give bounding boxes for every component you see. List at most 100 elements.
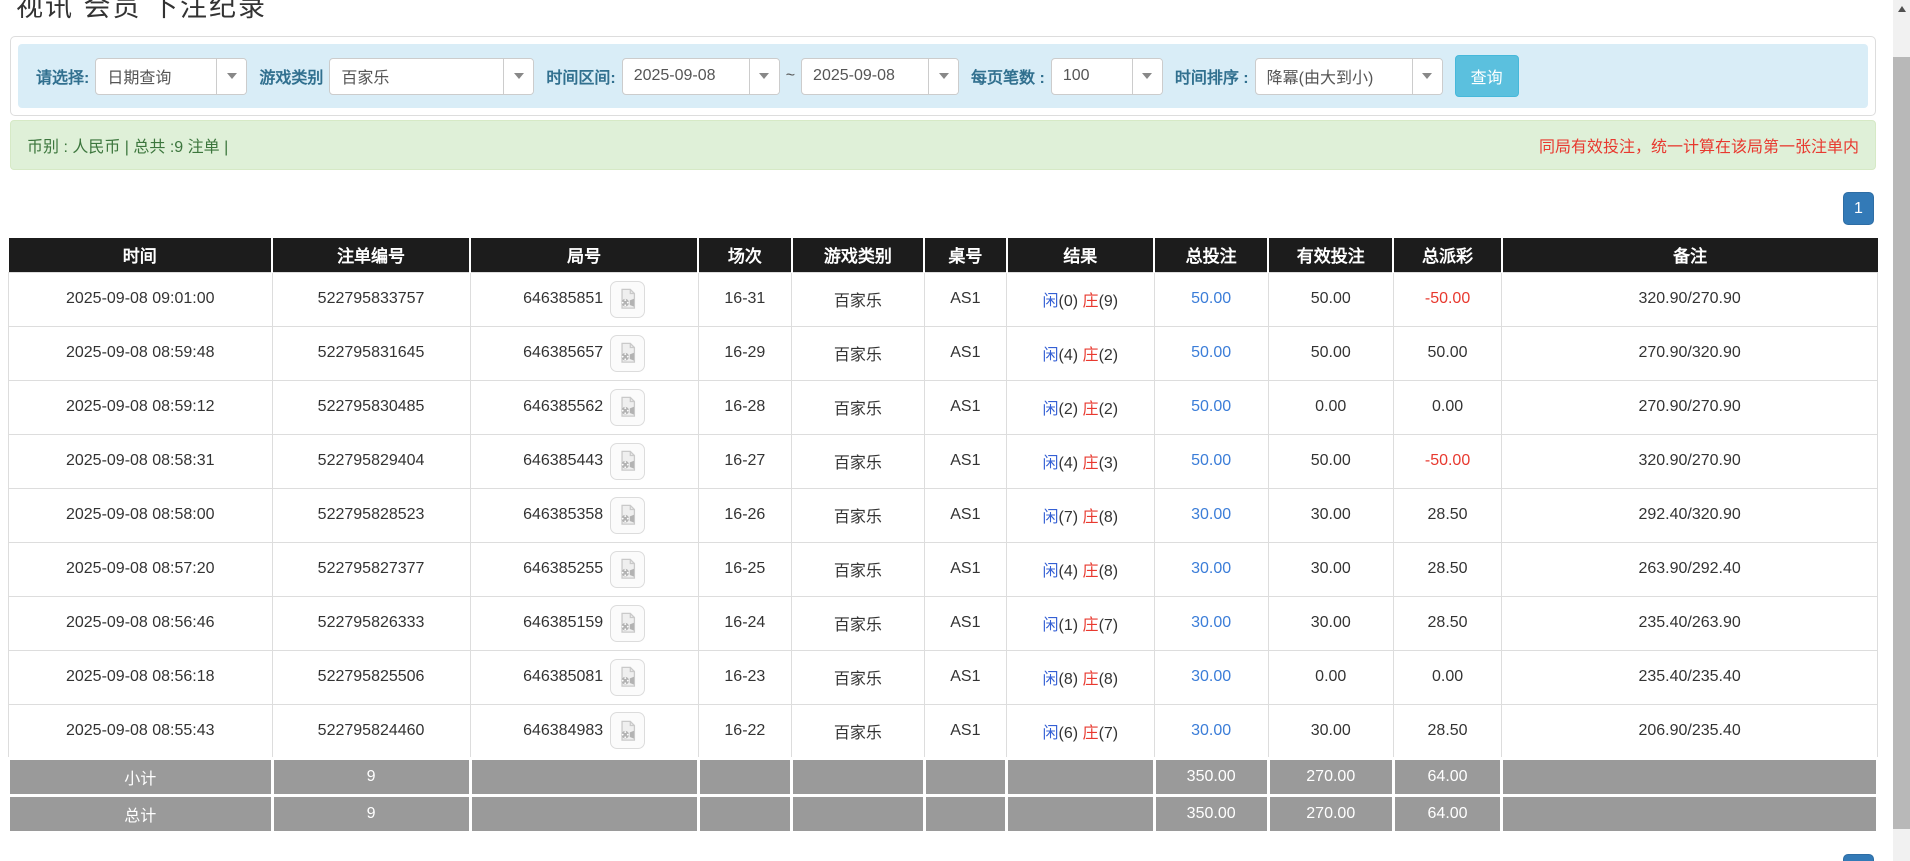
currency-summary-text: 币别 : 人民币 | 总共 :9 注单 | xyxy=(27,133,228,157)
total-bet-link[interactable]: 50.00 xyxy=(1191,290,1231,307)
cell-game-category: 百家乐 xyxy=(792,434,925,488)
video-record-button[interactable] xyxy=(610,712,645,749)
subtotal-row-cell-10 xyxy=(1502,758,1878,795)
chevron-down-icon[interactable] xyxy=(1412,59,1442,94)
cell-table-number: AS1 xyxy=(924,488,1006,542)
total-bet-link[interactable]: 30.00 xyxy=(1191,560,1231,577)
cell-total-bet[interactable]: 30.00 xyxy=(1154,542,1268,596)
payout-value: 28.50 xyxy=(1428,722,1468,739)
cell-bet-number: 522795830485 xyxy=(272,380,470,434)
total-bet-link[interactable]: 50.00 xyxy=(1191,452,1231,469)
result-player: 闲 xyxy=(1043,563,1059,580)
date-to-picker[interactable]: 2025-09-08 xyxy=(801,58,959,95)
result-player: 闲 xyxy=(1043,617,1059,634)
page-1-button-bottom[interactable]: 1 xyxy=(1843,854,1874,861)
cell-round-number: 646385255 xyxy=(470,542,698,596)
table-row: 2025-09-08 08:57:20522795827377646385255… xyxy=(9,542,1878,596)
cell-total-bet[interactable]: 30.00 xyxy=(1154,596,1268,650)
cell-total-bet[interactable]: 50.00 xyxy=(1154,272,1268,326)
video-record-button[interactable] xyxy=(610,389,645,426)
cell-result: 闲(2) 庄(2) xyxy=(1007,380,1155,434)
cell-total-bet[interactable]: 50.00 xyxy=(1154,380,1268,434)
total-bet-link[interactable]: 30.00 xyxy=(1191,506,1231,523)
time-sort-select[interactable]: 降冪(由大到小) xyxy=(1255,58,1443,95)
round-number-text: 646385358 xyxy=(523,506,603,524)
total-bet-link[interactable]: 30.00 xyxy=(1191,668,1231,685)
result-banker-score: (7) xyxy=(1099,617,1119,634)
result-player-score: (8) xyxy=(1059,671,1079,688)
video-record-icon xyxy=(617,612,639,634)
grand-total-row-cell-3 xyxy=(698,795,791,832)
column-header-7: 总投注 xyxy=(1154,238,1268,272)
chevron-down-icon[interactable] xyxy=(749,59,779,94)
scrollbar-thumb[interactable] xyxy=(1893,57,1910,829)
table-row: 2025-09-08 09:01:00522795833757646385851… xyxy=(9,272,1878,326)
payout-value: 28.50 xyxy=(1428,614,1468,631)
round-number-text: 646385657 xyxy=(523,344,603,362)
grand-total-row-cell-7: 350.00 xyxy=(1154,795,1268,832)
per-page-select[interactable]: 100 xyxy=(1051,58,1163,95)
result-player: 闲 xyxy=(1043,725,1059,742)
result-player-score: (4) xyxy=(1059,455,1079,472)
cell-remark: 206.90/235.40 xyxy=(1502,704,1878,758)
vertical-scrollbar[interactable] xyxy=(1893,0,1910,861)
cell-session: 16-24 xyxy=(698,596,791,650)
table-row: 2025-09-08 08:58:00522795828523646385358… xyxy=(9,488,1878,542)
result-banker: 庄 xyxy=(1083,347,1099,364)
grand-total-row-cell-2 xyxy=(470,795,698,832)
total-bet-link[interactable]: 30.00 xyxy=(1191,614,1231,631)
video-record-button[interactable] xyxy=(610,335,645,372)
video-record-button[interactable] xyxy=(610,281,645,318)
round-number-text: 646385443 xyxy=(523,452,603,470)
cell-table-number: AS1 xyxy=(924,650,1006,704)
page-1-button[interactable]: 1 xyxy=(1843,192,1874,225)
query-button[interactable]: 查询 xyxy=(1455,55,1519,97)
cell-total-bet[interactable]: 50.00 xyxy=(1154,326,1268,380)
total-bet-link[interactable]: 50.00 xyxy=(1191,398,1231,415)
cell-total-bet[interactable]: 30.00 xyxy=(1154,650,1268,704)
cell-total-bet[interactable]: 30.00 xyxy=(1154,488,1268,542)
total-bet-link[interactable]: 30.00 xyxy=(1191,722,1231,739)
result-banker: 庄 xyxy=(1083,455,1099,472)
result-player: 闲 xyxy=(1043,293,1059,310)
video-record-button[interactable] xyxy=(610,497,645,534)
video-record-button[interactable] xyxy=(610,605,645,642)
subtotal-row-cell-3 xyxy=(698,758,791,795)
result-player: 闲 xyxy=(1043,401,1059,418)
cell-session: 16-31 xyxy=(698,272,791,326)
result-banker: 庄 xyxy=(1083,671,1099,688)
cell-remark: 320.90/270.90 xyxy=(1502,434,1878,488)
result-banker: 庄 xyxy=(1083,293,1099,310)
result-banker: 庄 xyxy=(1083,563,1099,580)
cell-remark: 263.90/292.40 xyxy=(1502,542,1878,596)
chevron-down-icon[interactable] xyxy=(503,59,533,94)
date-from-picker[interactable]: 2025-09-08 xyxy=(622,58,780,95)
payout-value: 50.00 xyxy=(1428,344,1468,361)
game-category-select[interactable]: 百家乐 xyxy=(329,58,534,95)
scroll-up-arrow-icon[interactable] xyxy=(1893,0,1910,17)
column-header-6: 结果 xyxy=(1007,238,1155,272)
cell-payout: -50.00 xyxy=(1393,434,1501,488)
cell-total-bet[interactable]: 50.00 xyxy=(1154,434,1268,488)
result-banker-score: (3) xyxy=(1099,455,1119,472)
chevron-down-icon[interactable] xyxy=(1132,59,1162,94)
chevron-down-icon[interactable] xyxy=(216,59,246,94)
total-bet-link[interactable]: 50.00 xyxy=(1191,344,1231,361)
column-header-5: 桌号 xyxy=(924,238,1006,272)
betting-records-page: 视讯 会员 下注纪录 请选择: 日期查询 游戏类别 百家乐 时间区间: 2025… xyxy=(0,0,1910,861)
video-record-button[interactable] xyxy=(610,443,645,480)
video-record-button[interactable] xyxy=(610,659,645,696)
filter-bar: 请选择: 日期查询 游戏类别 百家乐 时间区间: 2025-09-08 ~ 20… xyxy=(18,44,1868,108)
cell-session: 16-23 xyxy=(698,650,791,704)
payout-value: 0.00 xyxy=(1432,668,1463,685)
video-record-icon xyxy=(617,720,639,742)
cell-total-bet[interactable]: 30.00 xyxy=(1154,704,1268,758)
cell-game-category: 百家乐 xyxy=(792,650,925,704)
query-type-select[interactable]: 日期查询 xyxy=(95,58,247,95)
cell-bet-number: 522795831645 xyxy=(272,326,470,380)
chevron-down-icon[interactable] xyxy=(928,59,958,94)
cell-bet-number: 522795824460 xyxy=(272,704,470,758)
cell-session: 16-25 xyxy=(698,542,791,596)
video-record-button[interactable] xyxy=(610,551,645,588)
grand-total-row: 总计9350.00270.0064.00 xyxy=(9,795,1878,832)
